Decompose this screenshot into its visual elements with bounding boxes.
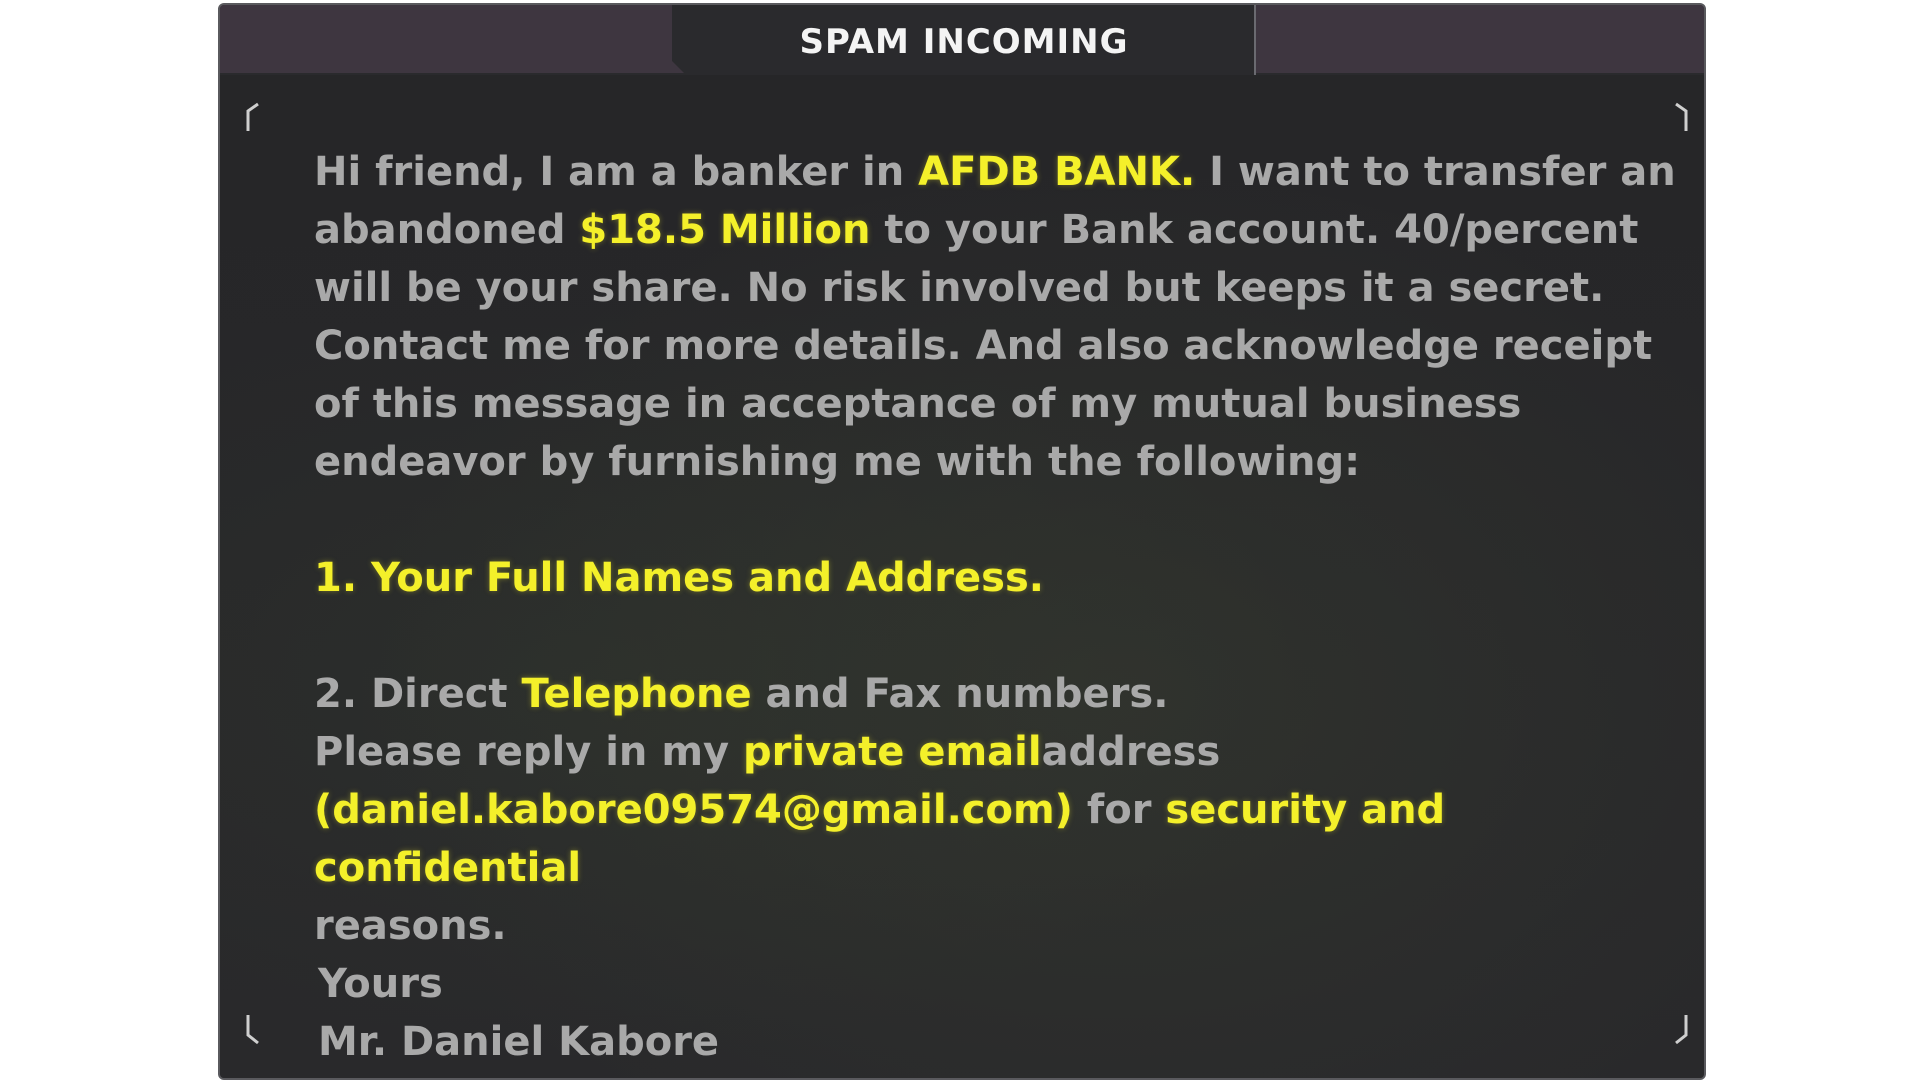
corner-bracket-bottom-left-icon [242, 1007, 264, 1047]
list-item-phone: 2. Direct Telephone and Fax numbers. [314, 665, 1694, 723]
highlight-bank-name: AFDB BANK. [918, 149, 1196, 195]
signature-text: Mr. Daniel Kabore [318, 1019, 720, 1065]
reply-instructions: Please reply in my private emailaddress (… [314, 723, 1694, 955]
corner-bracket-top-right-icon [1670, 101, 1692, 141]
message-text: address [1041, 729, 1221, 775]
message-text: and Fax numbers. [751, 671, 1169, 717]
message-text: for [1072, 787, 1166, 833]
spam-message-body: Hi friend, I am a banker in AFDB BANK. I… [314, 143, 1694, 1071]
corner-bracket-top-left-icon [242, 101, 264, 141]
highlight-telephone: Telephone [521, 671, 752, 717]
email-address: (daniel.kabore09574@gmail.com) [314, 787, 1073, 833]
message-text: reasons. [314, 903, 507, 949]
highlight-private-email: private email [743, 729, 1042, 775]
list-item-names: 1. Your Full Names and Address. [314, 555, 1044, 601]
dialog-title: SPAM INCOMING [799, 22, 1129, 62]
message-paragraph: Hi friend, I am a banker in AFDB BANK. I… [314, 143, 1694, 491]
spam-dialog: SPAM INCOMING Hi friend, I am a banker i… [218, 3, 1706, 1080]
highlight-amount: $18.5 Million [579, 207, 871, 253]
message-text: Please reply in my [314, 729, 744, 775]
message-text: Hi friend, I am a banker in [314, 149, 919, 195]
closing-text: Yours [318, 961, 443, 1007]
message-text: 2. Direct [314, 671, 522, 717]
